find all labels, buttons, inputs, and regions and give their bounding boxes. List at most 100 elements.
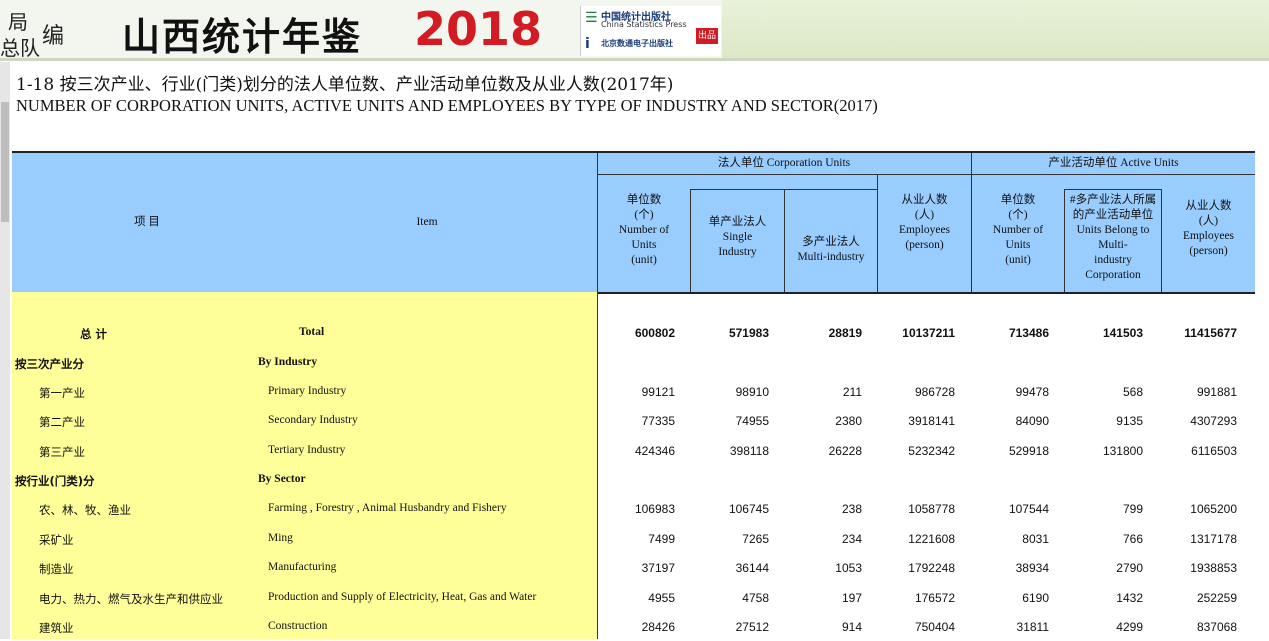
row-label-cn: 第一产业 <box>39 386 85 400</box>
column-header-line: industry <box>1094 254 1132 266</box>
data-cell: 252259 <box>1196 591 1237 605</box>
column-header: 多产业法人 Multi-industry <box>785 235 877 265</box>
data-cell: 106745 <box>728 502 769 516</box>
section-row: 按行业(门类)分 By Sector <box>12 465 1255 494</box>
data-cell: 914 <box>841 620 862 634</box>
row-label-cn: 第三产业 <box>39 445 85 459</box>
table-header: 项 目 Item 法人单位 Corporation Units 产业活动单位 A… <box>12 151 1255 294</box>
column-header-line: Employees <box>1182 230 1235 242</box>
data-cell: 600802 <box>634 326 675 340</box>
grid-line <box>690 189 691 292</box>
column-header-line: Multi- <box>1098 239 1128 251</box>
data-cell: 799 <box>1122 502 1143 516</box>
column-header-line: Employees <box>898 224 951 236</box>
column-header: #多产业法人所属 的产业活动单位 Units Belong to Multi-indu… <box>1065 193 1161 283</box>
column-header-line: 单位数 <box>1000 194 1036 206</box>
column-header-line: #多产业法人所属 <box>1069 194 1157 206</box>
data-cell: 4299 <box>1116 620 1143 634</box>
table-row: 采矿业 Ming 7499 7265 234 1221608 8031 766 1317178 <box>12 524 1255 553</box>
data-cell: 84090 <box>1015 414 1049 428</box>
column-header: 从业人数 (人) Employees (person) <box>878 193 971 253</box>
column-header: 单位数 (个) Number of Units (unit) <box>972 193 1064 268</box>
banner-left-bottom: 总队 <box>0 36 40 60</box>
column-header-line: Units <box>631 239 657 251</box>
row-label-cn: 采矿业 <box>39 533 74 547</box>
table-title-en: NUMBER OF CORPORATION UNITS, ACTIVE UNIT… <box>16 96 878 115</box>
data-cell: 11415677 <box>1184 326 1237 340</box>
column-header: 单产业法人 Single Industry <box>691 215 784 260</box>
data-cell: 37197 <box>641 561 675 575</box>
column-header-line: Multi-industry <box>797 251 865 263</box>
data-cell: 713486 <box>1008 326 1049 340</box>
data-cell: 986728 <box>914 385 955 399</box>
data-cell: 1938853 <box>1190 561 1237 575</box>
data-cell: 837068 <box>1196 620 1237 634</box>
data-cell: 2790 <box>1116 561 1143 575</box>
vertical-scrollbar[interactable] <box>0 62 10 639</box>
section-row: 按三次产业分 By Industry <box>12 348 1255 377</box>
data-cell: 568 <box>1122 385 1143 399</box>
banner-background <box>722 0 1269 58</box>
data-cell: 7499 <box>648 532 675 546</box>
grid-line <box>690 189 878 190</box>
row-label-en: Tertiary Industry <box>268 444 346 456</box>
data-cell: 234 <box>841 532 862 546</box>
data-cell: 4955 <box>648 591 675 605</box>
data-cell: 141503 <box>1102 326 1143 340</box>
data-cell: 107544 <box>1008 502 1049 516</box>
row-label-en: Secondary Industry <box>268 414 358 426</box>
table-row: 第三产业 Tertiary Industry 424346 398118 26228 52… <box>12 436 1255 465</box>
scrollbar-thumb[interactable] <box>1 102 9 222</box>
data-cell: 38934 <box>1015 561 1049 575</box>
data-cell: 6190 <box>1022 591 1049 605</box>
data-cell: 1317178 <box>1190 532 1237 546</box>
data-cell: 1053 <box>835 561 862 575</box>
data-cell: 176572 <box>914 591 955 605</box>
data-cell: 10137211 <box>902 326 955 340</box>
data-cell: 26228 <box>828 444 862 458</box>
table-row: 第二产业 Secondary Industry 77335 74955 2380 3918… <box>12 406 1255 435</box>
data-cell: 27512 <box>735 620 769 634</box>
data-cell: 398118 <box>729 444 769 458</box>
data-cell: 3918141 <box>908 414 955 428</box>
data-cell: 238 <box>841 502 862 516</box>
column-header-line: Units Belong to <box>1076 224 1150 236</box>
beijing-info-press-logo-icon: i <box>585 36 590 52</box>
row-label-cn: 制造业 <box>39 562 74 576</box>
publisher-1-en: China Statistics Press <box>601 20 687 29</box>
data-cell: 424346 <box>634 444 675 458</box>
column-header-line: (个) <box>634 209 654 221</box>
column-header-line: 从业人数 <box>901 194 948 206</box>
publisher-block: ☰ 中国统计出版社 China Statistics Press i 北京数通电… <box>580 6 721 56</box>
data-cell: 529918 <box>1008 444 1049 458</box>
yearbook-banner: 局 总队 编 山西统计年鉴 2018 ☰ 中国统计出版社 China Stati… <box>0 0 1269 61</box>
column-header-line: (unit) <box>1005 254 1031 266</box>
column-header: 从业人数 (人) Employees (person) <box>1162 199 1255 259</box>
row-label-en: Ming <box>268 532 293 544</box>
header-item-en: Item <box>416 216 438 228</box>
header-corporation-units: 法人单位 Corporation Units <box>717 157 851 169</box>
column-header-line: (person) <box>905 239 944 251</box>
header-item-cn: 项 目 <box>134 216 160 228</box>
table-title-cn: 1-18 按三次产业、行业(门类)划分的法人单位数、产业活动单位数及从业人数(2… <box>16 75 674 95</box>
column-header-line: (person) <box>1189 245 1228 257</box>
data-cell: 1432 <box>1116 591 1143 605</box>
row-label-en: Production and Supply of Electricity, He… <box>268 591 537 603</box>
column-header-line: 多产业法人 <box>802 236 860 248</box>
banner-title: 山西统计年鉴 <box>122 15 363 59</box>
data-cell: 98910 <box>735 385 769 399</box>
column-header-line: 从业人数 <box>1185 200 1232 212</box>
row-label-cn: 建筑业 <box>39 621 74 635</box>
data-cell: 28819 <box>828 326 862 340</box>
data-cell: 99121 <box>641 385 675 399</box>
data-cell: 4758 <box>742 591 769 605</box>
row-label-en: Farming , Forestry , Animal Husbandry an… <box>268 502 507 514</box>
data-cell: 1792248 <box>908 561 955 575</box>
publisher-stamp: 出品 <box>696 28 718 44</box>
data-cell: 197 <box>841 591 862 605</box>
header-active-units: 产业活动单位 Active Units <box>1048 157 1179 169</box>
row-label-en: Manufacturing <box>268 561 337 573</box>
data-cell: 211 <box>842 385 862 399</box>
data-cell: 106983 <box>634 502 675 516</box>
row-label-en: By Sector <box>258 473 306 485</box>
